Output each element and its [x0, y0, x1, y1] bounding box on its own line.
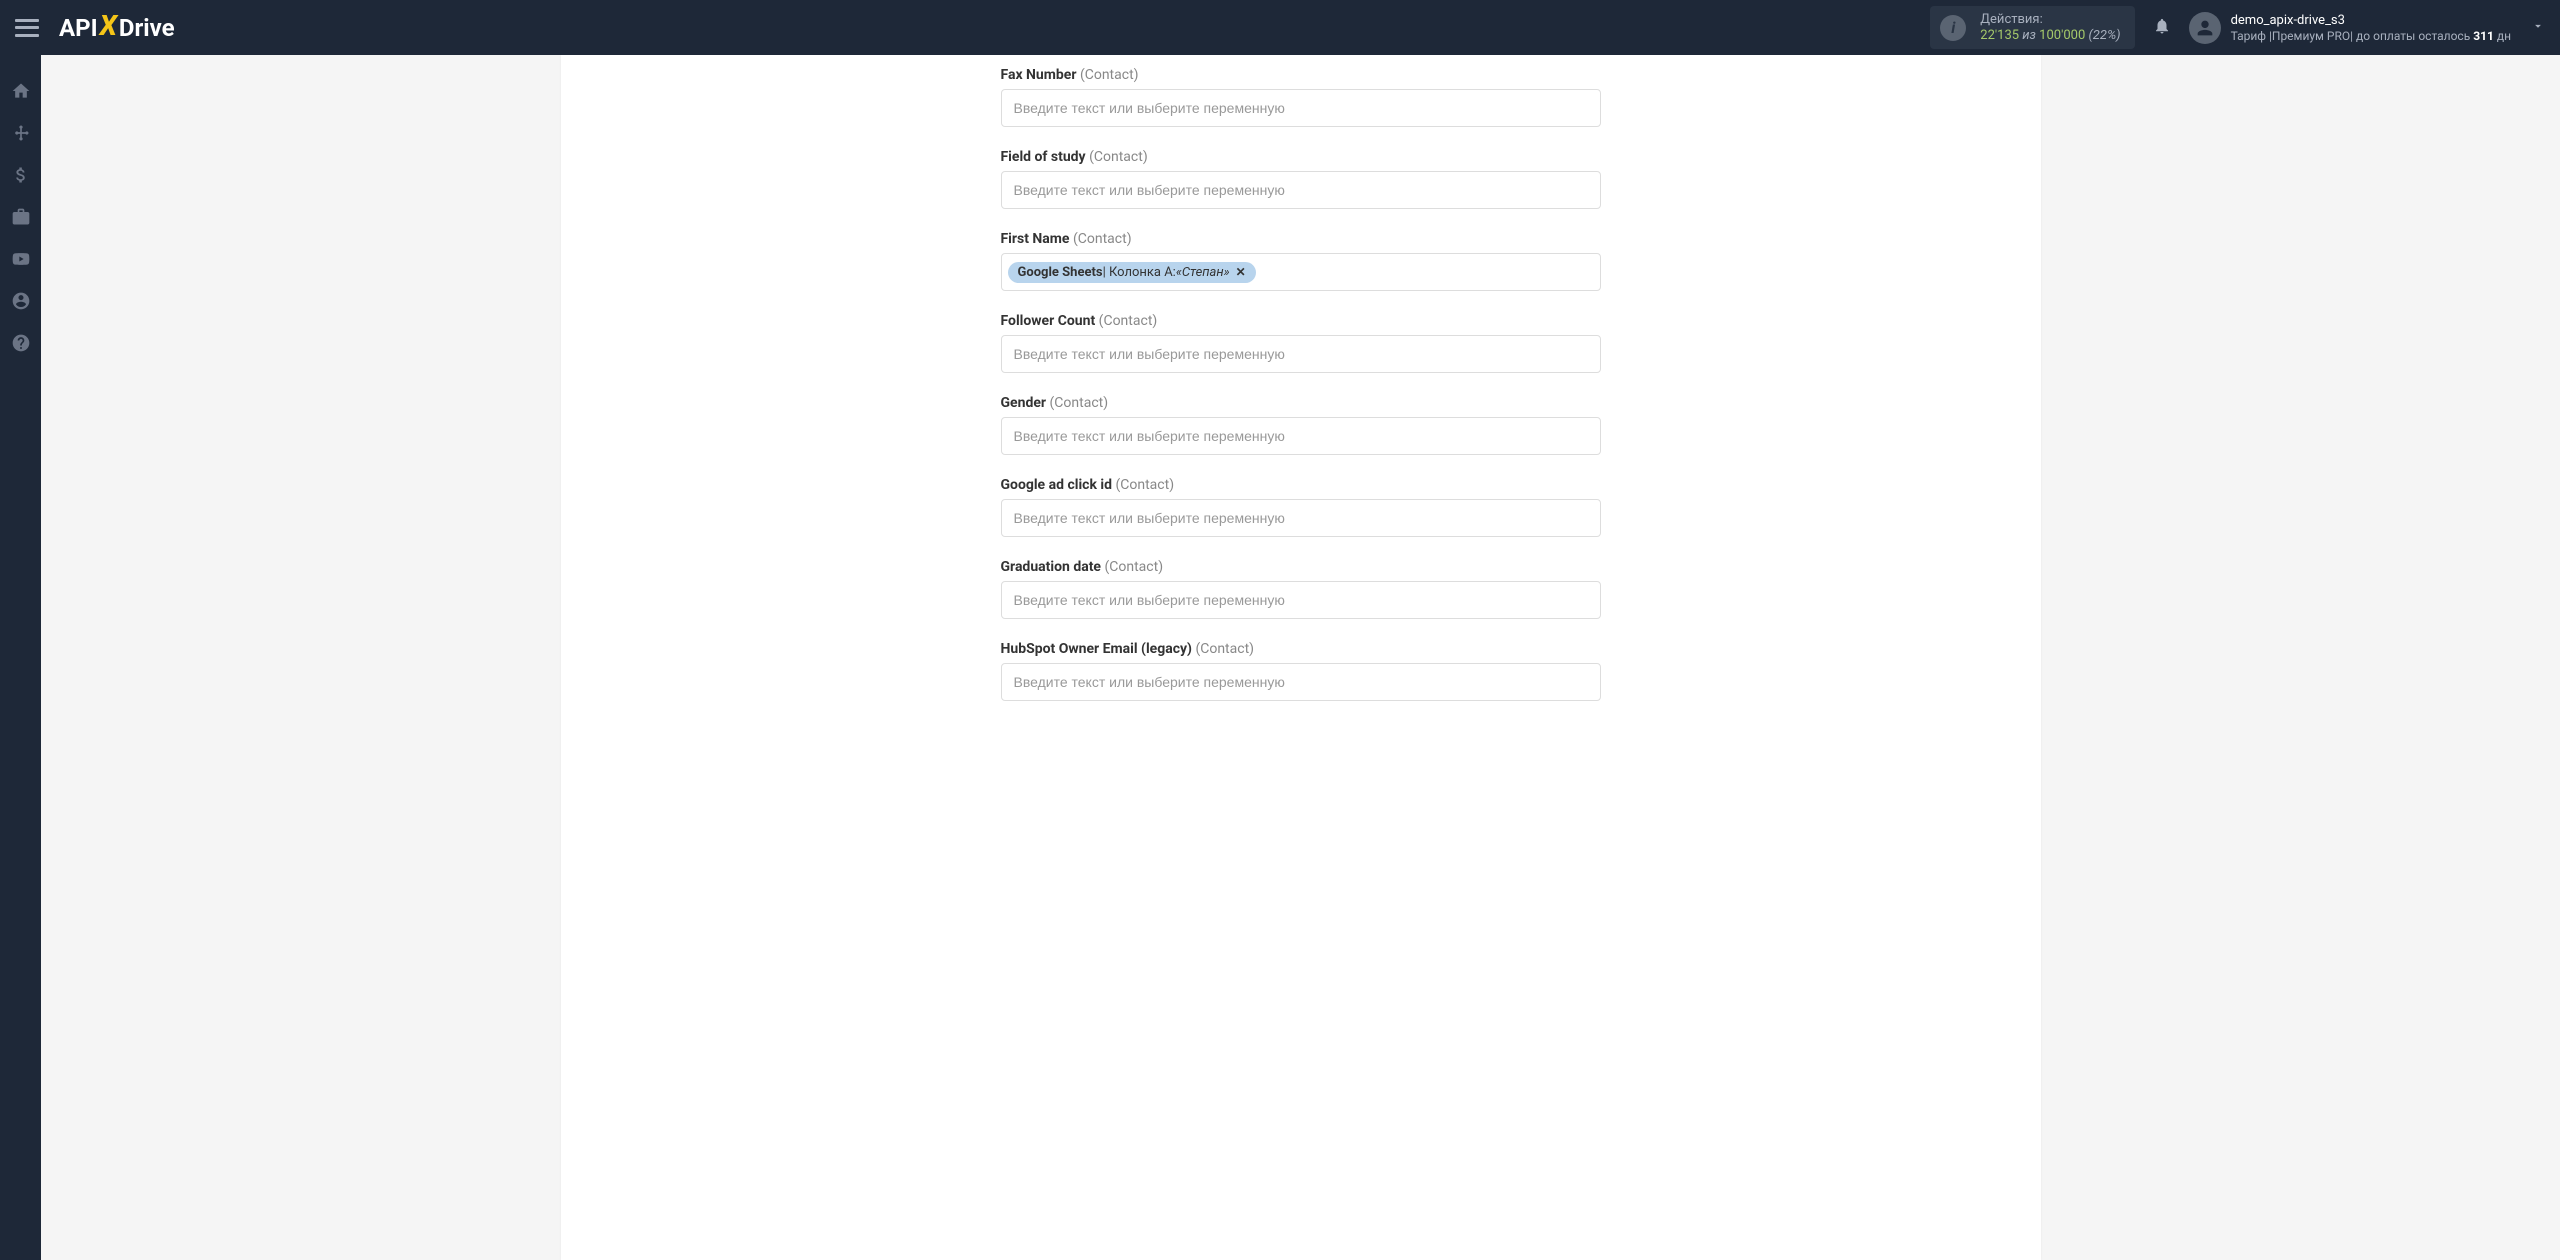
actions-box[interactable]: i Действия: 22'135 из 100'000 (22%)	[1930, 6, 2134, 49]
field-label: Field of study (Contact)	[1001, 149, 1601, 165]
form-group: Follower Count (Contact)	[1001, 313, 1601, 373]
form-group: Fax Number (Contact)	[1001, 67, 1601, 127]
form-group: Field of study (Contact)	[1001, 149, 1601, 209]
chevron-down-icon[interactable]	[2531, 18, 2545, 37]
field-input[interactable]	[1001, 663, 1601, 701]
field-label: Follower Count (Contact)	[1001, 313, 1601, 329]
field-input[interactable]	[1001, 335, 1601, 373]
form-group: Google ad click id (Contact)	[1001, 477, 1601, 537]
form-group: Graduation date (Contact)	[1001, 559, 1601, 619]
field-input[interactable]	[1001, 171, 1601, 209]
field-input[interactable]: Google Sheets | Колонка A: «Степан»✕	[1001, 253, 1601, 291]
field-label: First Name (Contact)	[1001, 231, 1601, 247]
field-label: Google ad click id (Contact)	[1001, 477, 1601, 493]
actions-label: Действия:	[1980, 12, 2120, 27]
content: Fax Number (Contact) Field of study (Cont…	[41, 55, 2560, 1260]
field-input[interactable]	[1001, 89, 1601, 127]
actions-text: Действия: 22'135 из 100'000 (22%)	[1980, 12, 2120, 43]
actions-values: 22'135 из 100'000 (22%)	[1980, 28, 2120, 43]
sidebar-profile[interactable]	[0, 280, 41, 322]
form-container: Fax Number (Contact) Field of study (Cont…	[1001, 67, 1601, 701]
field-label: Gender (Contact)	[1001, 395, 1601, 411]
logo[interactable]: APIXDrive	[59, 11, 175, 44]
sidebar-briefcase[interactable]	[0, 196, 41, 238]
user-section[interactable]: demo_apix-drive_s3 Тариф |Премиум PRO| д…	[2189, 12, 2545, 44]
logo-drive: Drive	[119, 14, 175, 42]
sidebar-youtube[interactable]	[0, 238, 41, 280]
field-label: HubSpot Owner Email (legacy) (Contact)	[1001, 641, 1601, 657]
sidebar-connections[interactable]	[0, 112, 41, 154]
info-icon: i	[1940, 15, 1966, 41]
field-input[interactable]	[1001, 581, 1601, 619]
field-input[interactable]	[1001, 499, 1601, 537]
sidebar	[0, 55, 41, 1260]
hamburger-menu[interactable]	[15, 19, 39, 37]
field-label: Fax Number (Contact)	[1001, 67, 1601, 83]
top-header: APIXDrive i Действия: 22'135 из 100'000 …	[0, 0, 2560, 55]
user-name: demo_apix-drive_s3	[2231, 13, 2511, 28]
form-panel: Fax Number (Contact) Field of study (Cont…	[561, 55, 2041, 1260]
sidebar-billing[interactable]	[0, 154, 41, 196]
form-group: Gender (Contact)	[1001, 395, 1601, 455]
logo-api: API	[59, 14, 98, 42]
form-group: First Name (Contact) Google Sheets | Коло…	[1001, 231, 1601, 291]
user-tariff: Тариф |Премиум PRO| до оплаты осталось 3…	[2231, 29, 2511, 43]
sidebar-help[interactable]	[0, 322, 41, 364]
sidebar-home[interactable]	[0, 70, 41, 112]
variable-tag: Google Sheets | Колонка A: «Степан»✕	[1008, 262, 1256, 283]
tag-remove-icon[interactable]: ✕	[1236, 265, 1246, 279]
user-info: demo_apix-drive_s3 Тариф |Премиум PRO| д…	[2231, 13, 2511, 43]
header-right: i Действия: 22'135 из 100'000 (22%) demo…	[1930, 6, 2545, 49]
bell-icon[interactable]	[2153, 16, 2171, 40]
logo-x: X	[100, 9, 117, 42]
avatar	[2189, 12, 2221, 44]
field-input[interactable]	[1001, 417, 1601, 455]
form-group: HubSpot Owner Email (legacy) (Contact)	[1001, 641, 1601, 701]
field-label: Graduation date (Contact)	[1001, 559, 1601, 575]
